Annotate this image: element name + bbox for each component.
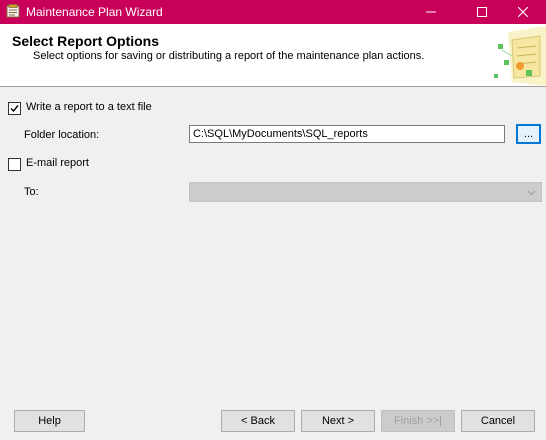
close-icon xyxy=(518,7,528,17)
next-button[interactable]: Next > xyxy=(301,410,375,432)
minimize-button[interactable] xyxy=(408,0,454,24)
window-title: Maintenance Plan Wizard xyxy=(26,5,163,19)
back-button[interactable]: < Back xyxy=(221,410,295,432)
folder-location-label: Folder location: xyxy=(24,129,100,141)
email-report-checkbox[interactable] xyxy=(8,158,21,171)
chevron-down-icon xyxy=(527,188,536,197)
write-report-checkbox[interactable] xyxy=(8,102,21,115)
write-report-label[interactable]: Write a report to a text file xyxy=(26,101,152,113)
folder-location-input[interactable]: C:\SQL\MyDocuments\SQL_reports xyxy=(189,125,505,143)
wizard-app-icon[interactable] xyxy=(6,4,20,18)
to-recipient-select[interactable] xyxy=(189,182,542,202)
help-button[interactable]: Help xyxy=(14,410,85,432)
maximize-icon xyxy=(477,7,487,17)
title-bar[interactable]: Maintenance Plan Wizard xyxy=(0,0,546,24)
checkmark-icon xyxy=(10,105,19,113)
minimize-icon xyxy=(426,11,436,13)
email-report-label[interactable]: E-mail report xyxy=(26,157,89,169)
browse-folder-button[interactable]: ... xyxy=(516,124,541,144)
wizard-header: Select Report Options Select options for… xyxy=(0,24,546,87)
finish-button[interactable]: Finish >>| xyxy=(381,410,455,432)
close-button[interactable] xyxy=(500,0,546,24)
wizard-header-graphic xyxy=(490,26,546,86)
page-title: Select Report Options xyxy=(12,33,160,49)
page-subtitle: Select options for saving or distributin… xyxy=(33,50,425,62)
to-label: To: xyxy=(24,186,39,198)
maximize-button[interactable] xyxy=(459,0,505,24)
cancel-button[interactable]: Cancel xyxy=(461,410,535,432)
maintenance-plan-wizard-window: Maintenance Plan Wizard Select Report Op… xyxy=(0,0,546,440)
